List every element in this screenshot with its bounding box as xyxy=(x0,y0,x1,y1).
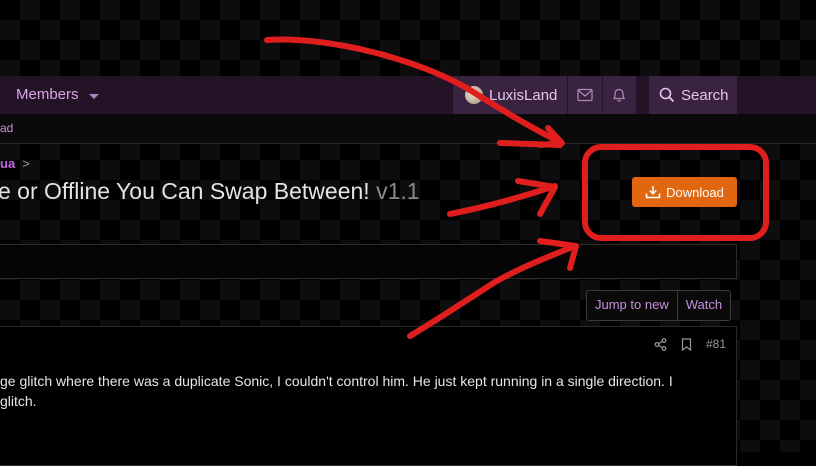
bell-icon xyxy=(613,88,626,102)
account-menu[interactable]: LuxisLand xyxy=(453,76,569,114)
thread-actions: Jump to new Watch xyxy=(586,290,732,321)
post-text-line-2: glitch. xyxy=(0,393,37,409)
search-label: Search xyxy=(681,86,729,104)
search-button[interactable]: Search xyxy=(649,76,737,114)
nav-members-label: Members xyxy=(16,86,79,103)
share-icon[interactable] xyxy=(654,337,667,351)
account-nav-group: LuxisLand xyxy=(453,76,637,114)
post: #81 ge glitch where there was a duplicat… xyxy=(0,326,737,466)
resource-version: v1.1 xyxy=(376,178,420,204)
breadcrumb-separator: > xyxy=(22,156,30,171)
post-number[interactable]: #81 xyxy=(706,337,726,351)
resource-tab-bar xyxy=(0,244,737,279)
download-label: Download xyxy=(666,184,724,200)
inbox-button[interactable] xyxy=(568,76,603,114)
resource-title: e or Offline You Can Swap Between! xyxy=(0,178,370,204)
download-icon xyxy=(645,186,661,199)
avatar xyxy=(465,86,483,104)
jump-to-new-button[interactable]: Jump to new xyxy=(587,291,677,320)
alerts-button[interactable] xyxy=(603,76,637,114)
post-text-line-1: ge glitch where there was a duplicate So… xyxy=(0,373,673,389)
post-tools: #81 xyxy=(654,337,726,351)
breadcrumb: ua > xyxy=(0,156,30,171)
nav-members[interactable]: Members xyxy=(16,76,99,114)
sub-navbar: ad xyxy=(0,114,816,144)
breadcrumb-link[interactable]: ua xyxy=(0,156,15,171)
page-title: e or Offline You Can Swap Between! v1.1 xyxy=(0,178,420,205)
download-button[interactable]: Download xyxy=(632,177,737,207)
envelope-icon xyxy=(577,88,593,102)
chevron-down-icon xyxy=(88,93,99,99)
username: LuxisLand xyxy=(489,86,558,104)
top-navbar: Members LuxisLand Search xyxy=(0,76,816,114)
post-body: ge glitch where there was a duplicate So… xyxy=(0,371,730,411)
bookmark-icon[interactable] xyxy=(681,337,692,351)
subnav-link[interactable]: ad xyxy=(0,121,13,135)
watch-button[interactable]: Watch xyxy=(676,291,730,320)
search-icon xyxy=(659,87,675,103)
